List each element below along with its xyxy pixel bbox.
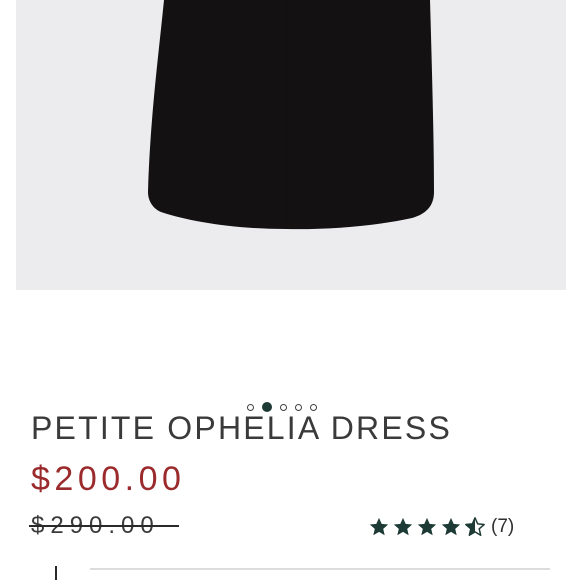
star-full-icon <box>416 516 438 538</box>
original-price: $290.00 <box>29 512 179 540</box>
product-title: PETITE OPHELIA DRESS <box>31 410 452 446</box>
star-full-icon <box>392 516 414 538</box>
product-rating[interactable]: (7) <box>368 516 514 538</box>
size-selector-tick <box>55 566 57 580</box>
rating-stars <box>368 516 486 538</box>
section-divider <box>90 568 550 570</box>
star-full-icon <box>440 516 462 538</box>
star-full-icon <box>368 516 390 538</box>
dress-illustration <box>148 0 434 230</box>
product-price: $200.00 <box>31 460 186 498</box>
review-count[interactable]: (7) <box>491 516 514 538</box>
product-image[interactable] <box>16 0 566 290</box>
star-half-icon <box>464 516 486 538</box>
strikethrough-line <box>29 525 179 527</box>
